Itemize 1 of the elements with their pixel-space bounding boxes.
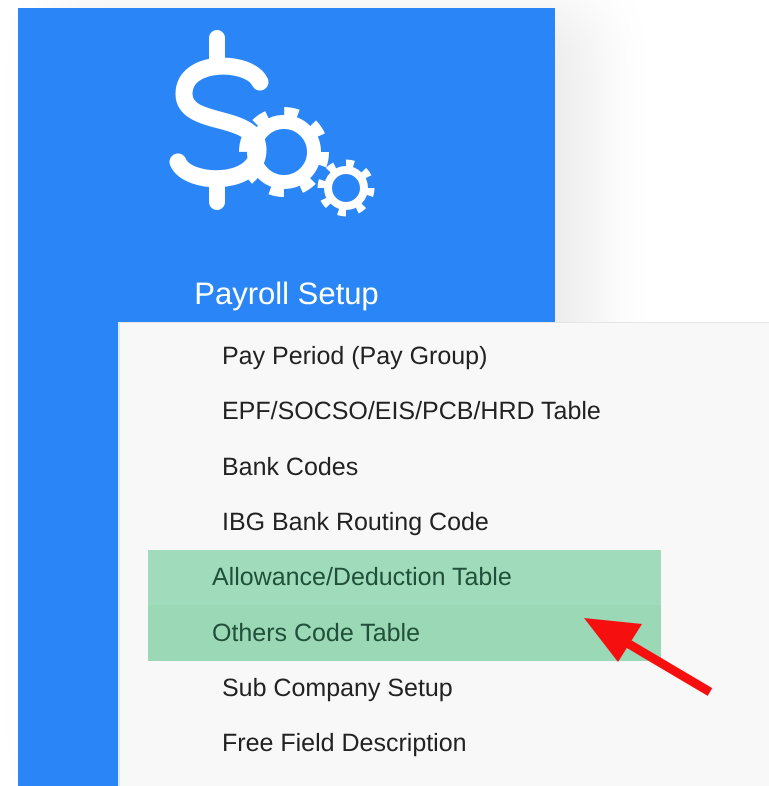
- tile-label: Payroll Setup: [194, 276, 379, 312]
